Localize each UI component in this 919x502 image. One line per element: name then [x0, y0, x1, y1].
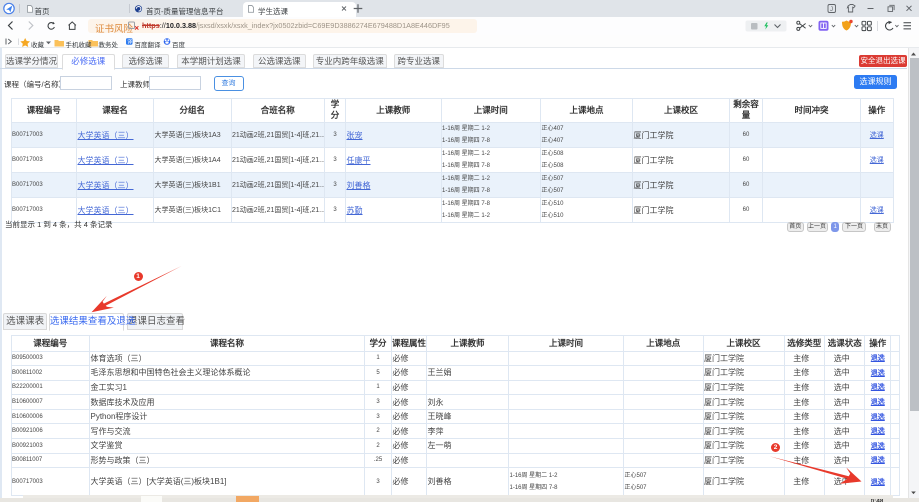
- svg-text:译: 译: [127, 39, 132, 46]
- svg-text:J: J: [830, 7, 833, 13]
